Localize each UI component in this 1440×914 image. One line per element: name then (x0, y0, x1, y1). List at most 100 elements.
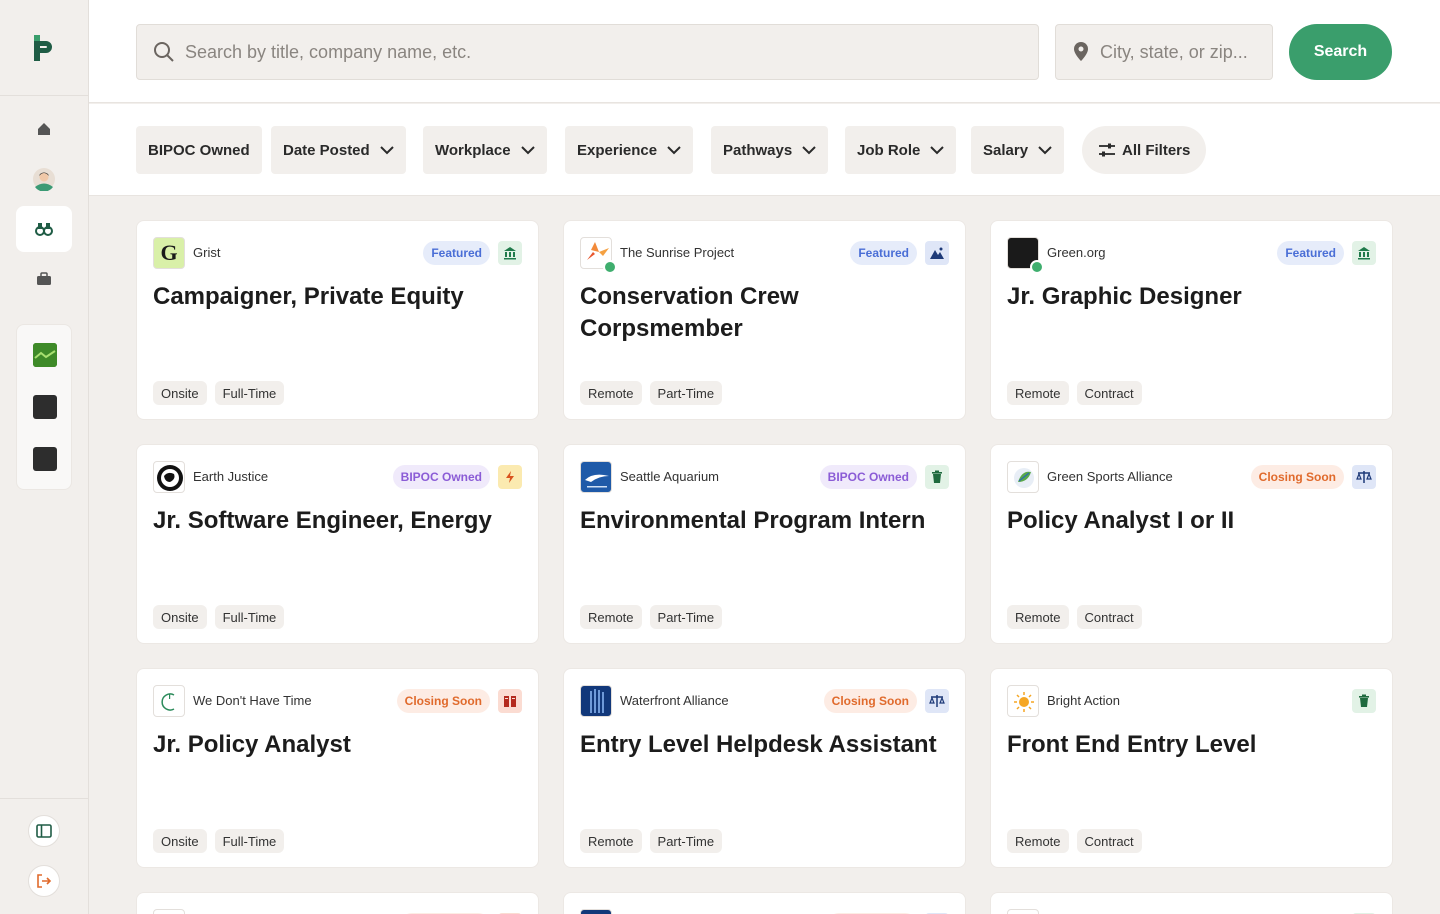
filter-workplace[interactable]: Workplace (423, 126, 547, 174)
filter-date-posted[interactable]: Date Posted (271, 126, 406, 174)
job-title: Jr. Policy Analyst (153, 731, 351, 758)
filter-job-role[interactable]: Job Role (845, 126, 957, 174)
chevron-down-icon (667, 145, 681, 154)
job-title: Entry Level Helpdesk Assistant (580, 731, 937, 758)
search-bar: Search by title, company name, etc. City… (89, 0, 1440, 103)
nav-home[interactable] (16, 106, 72, 152)
company-logo (1007, 909, 1039, 914)
status-badge: Featured (423, 241, 490, 265)
sliders-icon (1099, 143, 1115, 157)
search-input[interactable]: Search by title, company name, etc. (136, 24, 1039, 80)
job-card[interactable] (990, 892, 1393, 914)
brand-logo[interactable] (0, 0, 88, 96)
job-title: Conservation Crew Corpsmember (580, 283, 799, 342)
job-card[interactable]: We Don't Have Time Closing Soon Jr. Poli… (136, 668, 539, 868)
filter-label: Experience (577, 141, 658, 159)
job-type-tag: Contract (1076, 829, 1142, 853)
chevron-down-icon (379, 145, 394, 154)
location-input[interactable]: City, state, or zip... (1055, 24, 1273, 80)
filter-label: BIPOC Owned (148, 141, 250, 159)
job-card[interactable] (136, 892, 539, 914)
company-logo (153, 685, 185, 717)
nav-applications[interactable] (16, 256, 72, 302)
job-type-tag: Full-Time (214, 605, 285, 629)
workplace-tag: Onsite (153, 829, 207, 853)
mountain-icon (925, 241, 949, 265)
job-card[interactable] (563, 892, 966, 914)
company-logo (580, 461, 612, 493)
company-logo (580, 237, 617, 274)
workplace-tag: Remote (1007, 381, 1069, 405)
workspace-item-icon[interactable] (33, 395, 57, 419)
job-card[interactable]: Waterfront Alliance Closing Soon Entry L… (563, 668, 966, 868)
all-filters-button[interactable]: All Filters (1082, 126, 1207, 174)
company-name: We Don't Have Time (193, 693, 312, 708)
job-title: Jr. Graphic Designer (1007, 283, 1242, 310)
briefcase-icon (37, 272, 51, 285)
company-name: Waterfront Alliance (620, 693, 729, 708)
workspace-item-icon[interactable] (33, 447, 57, 471)
filter-bipoc-owned[interactable]: BIPOC Owned (136, 126, 262, 174)
job-title: Front End Entry Level (1007, 731, 1257, 758)
chevron-down-icon (930, 145, 945, 154)
scale-icon (925, 689, 949, 713)
filter-label: Job Role (857, 141, 921, 159)
workplace-tag: Onsite (153, 381, 207, 405)
company-logo (153, 461, 185, 493)
sidebar (0, 0, 89, 914)
job-type-tag: Contract (1076, 605, 1142, 629)
status-badge: Closing Soon (1250, 465, 1344, 489)
filter-label: Salary (983, 141, 1029, 159)
workspace-group (16, 324, 72, 490)
search-button[interactable]: Search (1289, 24, 1392, 80)
company-logo (580, 909, 612, 914)
workplace-tag: Remote (580, 381, 642, 405)
job-type-tag: Part-Time (649, 829, 723, 853)
chevron-down-icon (802, 145, 816, 154)
logout-button[interactable] (28, 865, 60, 897)
company-name: Green Sports Alliance (1047, 469, 1173, 484)
filter-label: Pathways (723, 141, 793, 159)
main-content: Search by title, company name, etc. City… (89, 0, 1440, 914)
nav-profile[interactable] (16, 156, 72, 202)
search-icon (154, 42, 174, 62)
trash-icon (925, 465, 949, 489)
company-name: Green.org (1047, 245, 1106, 260)
company-name: Seattle Aquarium (620, 469, 720, 484)
nav-jobs[interactable] (16, 206, 72, 252)
job-title: Jr. Software Engineer, Energy (153, 507, 492, 534)
job-card[interactable]: Green Sports Alliance Closing Soon Polic… (990, 444, 1393, 644)
filter-experience[interactable]: Experience (565, 126, 694, 174)
job-card[interactable]: The Sunrise Project Featured Conservatio… (563, 220, 966, 420)
job-title: Environmental Program Intern (580, 507, 926, 534)
job-card[interactable]: Green.org Featured Jr. Graphic Designer … (990, 220, 1393, 420)
company-name: Bright Action (1047, 693, 1120, 708)
status-badge: Closing Soon (823, 689, 917, 713)
workplace-tag: Remote (1007, 829, 1069, 853)
job-type-tag: Contract (1076, 381, 1142, 405)
company-name: Grist (193, 245, 221, 260)
search-placeholder: Search by title, company name, etc. (185, 41, 472, 62)
chevron-down-icon (520, 145, 535, 154)
job-card[interactable]: Earth Justice BIPOC Owned Jr. Software E… (136, 444, 539, 644)
workspace-chart-icon[interactable] (33, 343, 57, 367)
company-name: The Sunrise Project (620, 245, 735, 260)
bank-icon (1352, 241, 1376, 265)
filter-salary[interactable]: Salary (971, 126, 1065, 174)
job-card[interactable]: Bright Action Front End Entry Level Remo… (990, 668, 1393, 868)
location-placeholder: City, state, or zip... (1100, 41, 1248, 62)
job-card[interactable]: Seattle Aquarium BIPOC Owned Environment… (563, 444, 966, 644)
filter-pathways[interactable]: Pathways (711, 126, 829, 174)
binoculars-icon (35, 223, 53, 236)
toggle-sidebar-button[interactable] (28, 815, 60, 847)
job-card[interactable]: G Grist Featured Campaigner, Private Equ… (136, 220, 539, 420)
status-badge: Closing Soon (396, 689, 490, 713)
company-logo (580, 685, 612, 717)
chevron-down-icon (1038, 145, 1052, 154)
workplace-tag: Remote (1007, 605, 1069, 629)
status-badge: Featured (850, 241, 917, 265)
filter-label: All Filters (1122, 141, 1191, 159)
company-logo (153, 909, 185, 914)
job-type-tag: Part-Time (649, 381, 723, 405)
company-name: Earth Justice (193, 469, 269, 484)
